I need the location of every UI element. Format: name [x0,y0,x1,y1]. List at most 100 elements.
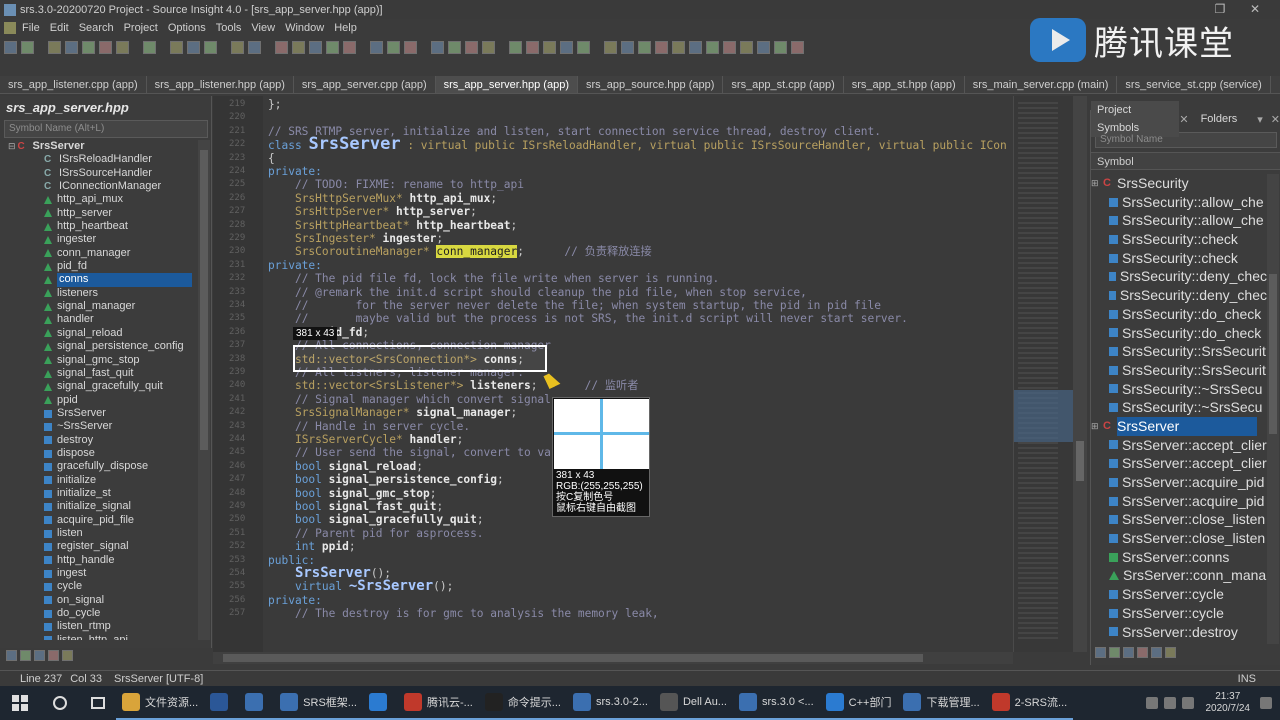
symbol-column-header[interactable]: Symbol [1091,152,1280,170]
symbol-tree-item[interactable]: initialize_signal [0,500,198,513]
collapse-icon[interactable]: ⊟ [8,140,16,153]
sort-icon[interactable] [1095,647,1106,658]
menu-view[interactable]: View [251,22,275,34]
code-line[interactable]: 251 // Parent pid for asprocess. [213,527,1013,540]
code-line[interactable]: 240 std::vector<SrsListener*> listeners;… [213,379,1013,392]
project-symbol-item[interactable]: SrsSecurity::do_check [1091,305,1267,324]
symbol-tree-item[interactable]: cycle [0,580,198,593]
browse-icon[interactable] [48,650,59,661]
reference-icon[interactable] [448,40,461,54]
taskbar-app[interactable]: srs.3.0 <... [732,686,820,720]
code-line[interactable]: 224 private: [213,165,1013,178]
sync-files-icon[interactable] [706,40,719,54]
layout-d-icon[interactable] [560,40,573,54]
overview-minimap[interactable] [1013,96,1074,652]
code-line[interactable]: 219}; [213,98,1013,111]
copy-icon[interactable] [187,40,200,54]
menu-project[interactable]: Project [124,22,158,34]
symbol-tree-item[interactable]: acquire_pid_file [0,514,198,527]
symbol-tree-item[interactable]: signal_fast_quit [0,367,198,380]
symbol-tree-item[interactable]: http_api_mux [0,193,198,206]
undo-icon[interactable] [231,40,244,54]
code-line[interactable]: 257 // The destroy is for gmc to analysi… [213,607,1013,620]
menu-file[interactable]: File [22,22,40,34]
code-line[interactable]: 222 class SrsServer : virtual public ISrs… [213,136,1013,153]
code-line[interactable]: 230 SrsCoroutineManager* conn_manager; /… [213,245,1013,259]
code-line[interactable]: 235 // maybe valid but the process is no… [213,312,1013,325]
project-symbol-item[interactable]: SrsServer::cycle [1091,585,1267,604]
symbol-tree-item[interactable]: listen_http_api [0,634,198,640]
symbol-tree-item[interactable]: http_heartbeat [0,220,198,233]
symbol-tree-item[interactable]: ingest [0,567,198,580]
list-icon[interactable] [1109,647,1120,658]
project-symbol-item[interactable]: SrsSecurity::check [1091,249,1267,268]
chevron-down-icon[interactable]: ▾ [1257,113,1263,126]
code-line[interactable]: 252 int ppid; [213,540,1013,553]
save-icon[interactable] [82,40,95,54]
clock[interactable]: 21:37 2020/7/24 [1206,691,1251,715]
taskbar-app[interactable]: srs.3.0-2... [566,686,654,720]
project-symbol-item[interactable]: ⊞ C SrsServer [1091,416,1267,436]
project-symbol-item[interactable]: SrsServer::close_listen [1091,529,1267,548]
menu-options[interactable]: Options [168,22,206,34]
symbol-tree-item[interactable]: listeners [0,287,198,300]
start-button[interactable] [0,686,40,720]
menu-search[interactable]: Search [79,22,114,34]
forward-icon[interactable] [21,40,34,54]
code-line[interactable]: 231 private: [213,259,1013,272]
file-tab[interactable]: srs_service_st.cpp (service) [1117,76,1271,93]
layout-b-icon[interactable] [526,40,539,54]
symbol-tree-item[interactable]: signal_manager [0,300,198,313]
code-line[interactable]: 226 SrsHttpServeMux* http_api_mux; [213,192,1013,205]
gear-icon[interactable] [1165,647,1176,658]
code-line[interactable]: 229 SrsIngester* ingester; [213,232,1013,245]
menu-tools[interactable]: Tools [216,22,242,34]
project-symbol-search-input[interactable]: Symbol Name [1095,132,1277,148]
project-icon[interactable] [672,40,685,54]
project-symbol-item[interactable]: SrsServer::accept_clier [1091,436,1267,455]
taskbar-app[interactable]: 命令提示... [478,686,567,720]
menu-edit[interactable]: Edit [50,22,69,34]
cut-icon[interactable] [170,40,183,54]
taskbar-app[interactable]: C++部门 [819,686,898,720]
file-tab[interactable]: srs_app_source.hpp (app) [578,76,724,93]
redo-icon[interactable] [248,40,261,54]
project-symbol-item[interactable]: SrsSecurity::SrsSecurit [1091,361,1267,380]
close-file-icon[interactable] [116,40,129,54]
context-icon[interactable] [621,40,634,54]
symbol-tree-item[interactable]: conn_manager [0,247,198,260]
project-symbol-item[interactable]: SrsSecurity::allow_che [1091,193,1267,212]
go-icon[interactable] [404,40,417,54]
jump-icon[interactable] [387,40,400,54]
symbol-tree-item[interactable]: SrsServer [0,407,198,420]
symbol-tree-item[interactable]: gracefully_dispose [0,460,198,473]
expand-icon[interactable]: ⊞ [1091,417,1101,436]
bookmark-icon[interactable] [370,40,383,54]
replace-icon[interactable] [292,40,305,54]
layout-a-icon[interactable] [509,40,522,54]
symbol-tree-item[interactable]: conns [0,273,198,287]
symbol-scrollbar[interactable] [198,140,210,640]
project-symbol-item[interactable]: SrsServer::accept_clier [1091,454,1267,473]
file-tab[interactable]: srs_app_listener.cpp (app) [0,76,147,93]
search-button[interactable] [40,686,80,720]
project-symbol-scrollbar[interactable] [1267,174,1279,644]
code-line[interactable]: 225 // TODO: FIXME: rename to http_api [213,178,1013,191]
notification-icon[interactable] [1260,697,1272,709]
symbol-tree-item[interactable]: ~SrsServer [0,420,198,433]
layout-e-icon[interactable] [577,40,590,54]
back-icon[interactable] [4,40,17,54]
browse-icon[interactable] [1137,647,1148,658]
symbol-tree-item[interactable]: C IConnectionManager [0,180,198,193]
filter-icon[interactable] [34,650,45,661]
file-tab[interactable]: srs_app_server.hpp (app) [435,76,578,93]
find-icon[interactable] [275,40,288,54]
project-symbol-item[interactable]: SrsSecurity::do_check [1091,324,1267,343]
close-icon[interactable]: ✕ [1271,113,1280,126]
symbol-tree-item[interactable]: pid_fd [0,260,198,273]
taskbar-app[interactable] [362,686,398,720]
menu-help[interactable]: Help [334,22,357,34]
symbol-tree-item[interactable]: on_signal [0,594,198,607]
code-line[interactable]: 227 SrsHttpServer* http_server; [213,205,1013,218]
tool-b-icon[interactable] [791,40,804,54]
